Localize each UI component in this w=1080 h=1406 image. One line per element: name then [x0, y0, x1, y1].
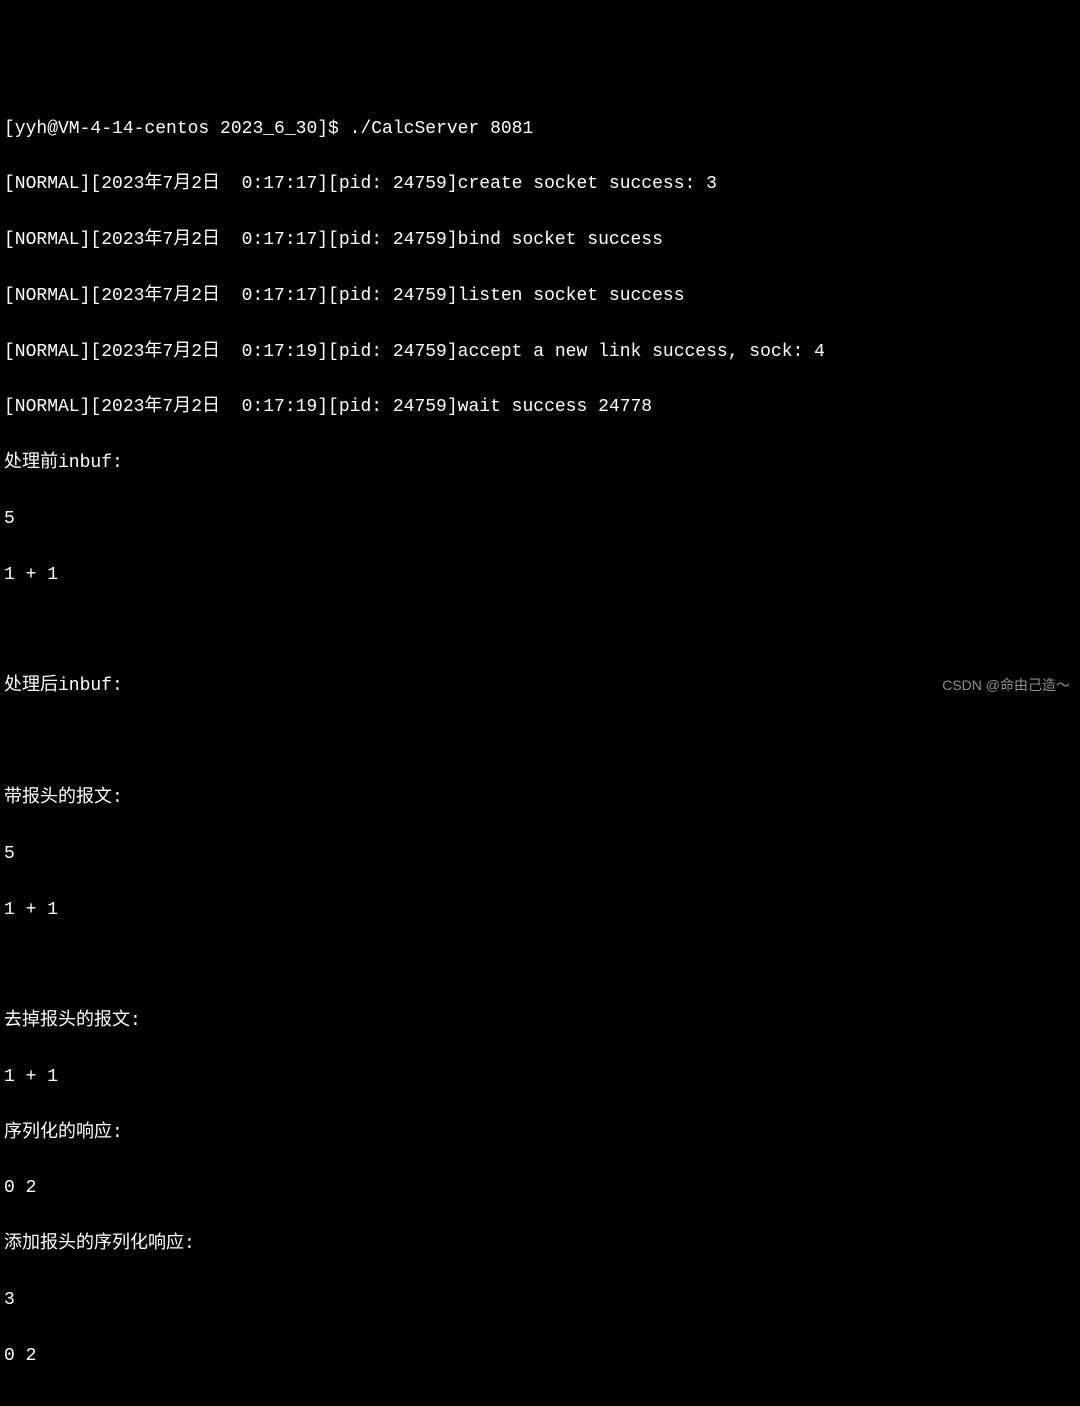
output-line: 3: [4, 1287, 1076, 1315]
prompt-line[interactable]: [yyh@VM-4-14-centos 2023_6_30]$ ./CalcSe…: [4, 116, 1076, 144]
output-line: 5: [4, 506, 1076, 534]
output-line: 0 2: [4, 1343, 1076, 1371]
output-line: 序列化的响应:: [4, 1120, 1076, 1148]
log-line: [NORMAL][2023年7月2日 0:17:19][pid: 24759]a…: [4, 339, 1076, 367]
log-line: [NORMAL][2023年7月2日 0:17:17][pid: 24759]b…: [4, 227, 1076, 255]
output-line: 带报头的报文:: [4, 785, 1076, 813]
output-line: [4, 952, 1076, 980]
output-line: [4, 618, 1076, 646]
log-line: [NORMAL][2023年7月2日 0:17:19][pid: 24759]w…: [4, 394, 1076, 422]
output-line: 1 + 1: [4, 897, 1076, 925]
output-line: 1 + 1: [4, 1064, 1076, 1092]
output-line: 处理后inbuf:: [4, 673, 1076, 701]
output-line: 添加报头的序列化响应:: [4, 1231, 1076, 1259]
log-line: [NORMAL][2023年7月2日 0:17:17][pid: 24759]c…: [4, 171, 1076, 199]
csdn-watermark: CSDN @命由己造～: [942, 675, 1070, 697]
output-line: 1 + 1: [4, 562, 1076, 590]
output-line: [4, 729, 1076, 757]
output-line: 0 2: [4, 1175, 1076, 1203]
output-line: 5: [4, 841, 1076, 869]
output-line: 处理前inbuf:: [4, 450, 1076, 478]
log-line: [NORMAL][2023年7月2日 0:17:17][pid: 24759]l…: [4, 283, 1076, 311]
output-line: 去掉报头的报文:: [4, 1008, 1076, 1036]
